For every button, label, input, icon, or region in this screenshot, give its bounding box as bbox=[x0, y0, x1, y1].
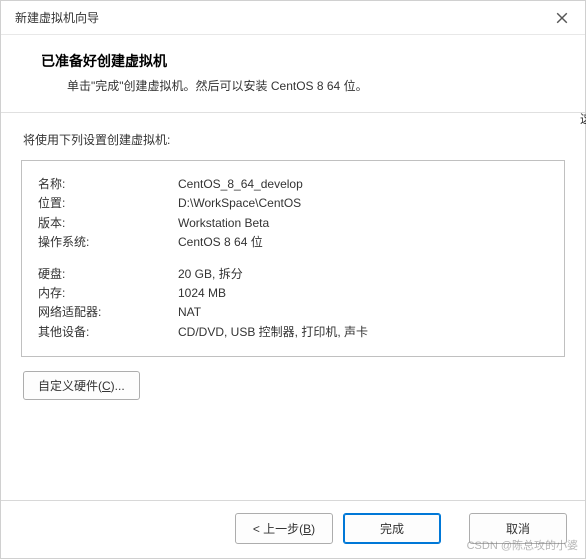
window-title: 新建虚拟机向导 bbox=[15, 9, 99, 26]
label-location: 位置: bbox=[38, 194, 178, 213]
row-memory: 内存: 1024 MB bbox=[38, 284, 548, 303]
label-other: 其他设备: bbox=[38, 323, 178, 342]
row-version: 版本: Workstation Beta bbox=[38, 214, 548, 233]
row-other: 其他设备: CD/DVD, USB 控制器, 打印机, 声卡 bbox=[38, 323, 548, 342]
row-name: 名称: CentOS_8_64_develop bbox=[38, 175, 548, 194]
label-version: 版本: bbox=[38, 214, 178, 233]
customize-label-post: )... bbox=[111, 379, 125, 393]
back-label-pre: < 上一步( bbox=[253, 522, 303, 536]
value-network: NAT bbox=[178, 303, 548, 322]
settings-box: 名称: CentOS_8_64_develop 位置: D:\WorkSpace… bbox=[21, 160, 565, 357]
label-disk: 硬盘: bbox=[38, 265, 178, 284]
label-memory: 内存: bbox=[38, 284, 178, 303]
close-icon bbox=[556, 12, 568, 24]
background-edge-text: 这 bbox=[580, 110, 586, 150]
finish-button[interactable]: 完成 bbox=[343, 513, 441, 544]
value-disk: 20 GB, 拆分 bbox=[178, 265, 548, 284]
value-memory: 1024 MB bbox=[178, 284, 548, 303]
back-access-key: B bbox=[303, 522, 311, 536]
value-os: CentOS 8 64 位 bbox=[178, 233, 548, 252]
intro-text: 将使用下列设置创建虚拟机: bbox=[23, 131, 565, 148]
value-other: CD/DVD, USB 控制器, 打印机, 声卡 bbox=[178, 323, 548, 342]
row-network: 网络适配器: NAT bbox=[38, 303, 548, 322]
label-os: 操作系统: bbox=[38, 233, 178, 252]
row-location: 位置: D:\WorkSpace\CentOS bbox=[38, 194, 548, 213]
customize-row: 自定义硬件(C)... bbox=[23, 371, 565, 400]
wizard-footer: < 上一步(B) 完成 取消 bbox=[1, 500, 585, 558]
finish-label: 完成 bbox=[380, 522, 404, 536]
label-name: 名称: bbox=[38, 175, 178, 194]
settings-table: 名称: CentOS_8_64_develop 位置: D:\WorkSpace… bbox=[38, 175, 548, 342]
value-location: D:\WorkSpace\CentOS bbox=[178, 194, 548, 213]
wizard-window: 新建虚拟机向导 已准备好创建虚拟机 单击"完成"创建虚拟机。然后可以安装 Cen… bbox=[0, 0, 586, 559]
titlebar: 新建虚拟机向导 bbox=[1, 1, 585, 35]
customize-hardware-button[interactable]: 自定义硬件(C)... bbox=[23, 371, 140, 400]
wizard-content: 将使用下列设置创建虚拟机: 名称: CentOS_8_64_develop 位置… bbox=[1, 113, 585, 500]
label-network: 网络适配器: bbox=[38, 303, 178, 322]
wizard-header: 已准备好创建虚拟机 单击"完成"创建虚拟机。然后可以安装 CentOS 8 64… bbox=[1, 35, 585, 113]
cancel-label: 取消 bbox=[506, 522, 530, 536]
header-title: 已准备好创建虚拟机 bbox=[41, 51, 563, 71]
cancel-button[interactable]: 取消 bbox=[469, 513, 567, 544]
back-button[interactable]: < 上一步(B) bbox=[235, 513, 333, 544]
row-os: 操作系统: CentOS 8 64 位 bbox=[38, 233, 548, 252]
back-label-post: ) bbox=[311, 522, 315, 536]
header-subtitle: 单击"完成"创建虚拟机。然后可以安装 CentOS 8 64 位。 bbox=[41, 77, 563, 94]
value-version: Workstation Beta bbox=[178, 214, 548, 233]
row-disk: 硬盘: 20 GB, 拆分 bbox=[38, 265, 548, 284]
customize-access-key: C bbox=[102, 379, 111, 393]
value-name: CentOS_8_64_develop bbox=[178, 175, 548, 194]
customize-label-pre: 自定义硬件( bbox=[38, 379, 102, 393]
close-button[interactable] bbox=[547, 6, 577, 30]
